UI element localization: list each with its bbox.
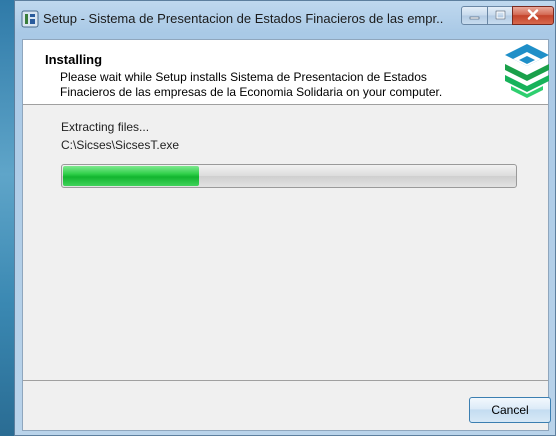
setup-app-icon [21, 10, 39, 28]
minimize-button[interactable] [461, 6, 488, 25]
footer-divider [23, 380, 548, 381]
title-bar[interactable]: Setup - Sistema de Presentacion de Estad… [15, 1, 555, 33]
installer-logo-icon [501, 40, 553, 102]
install-progress-bar [61, 164, 517, 188]
maximize-icon [495, 7, 506, 25]
page-description: Please wait while Setup installs Sistema… [60, 70, 443, 99]
page-heading: Installing [45, 52, 103, 67]
close-icon [527, 7, 539, 25]
close-button[interactable] [512, 6, 554, 25]
installer-header: Installing Please wait while Setup insta… [23, 40, 549, 105]
desktop-background [0, 0, 14, 436]
setup-window: Setup - Sistema de Presentacion de Estad… [14, 0, 556, 436]
maximize-button[interactable] [487, 6, 513, 25]
window-title: Setup - Sistema de Presentacion de Estad… [43, 11, 443, 26]
installer-content: Installing Please wait while Setup insta… [22, 39, 551, 431]
current-file-path: C:\Sicses\SicsesT.exe [61, 138, 180, 152]
progress-fill [63, 166, 199, 186]
minimize-icon [469, 7, 480, 25]
cancel-button[interactable]: Cancel [469, 397, 551, 423]
status-text: Extracting files... [61, 120, 150, 134]
